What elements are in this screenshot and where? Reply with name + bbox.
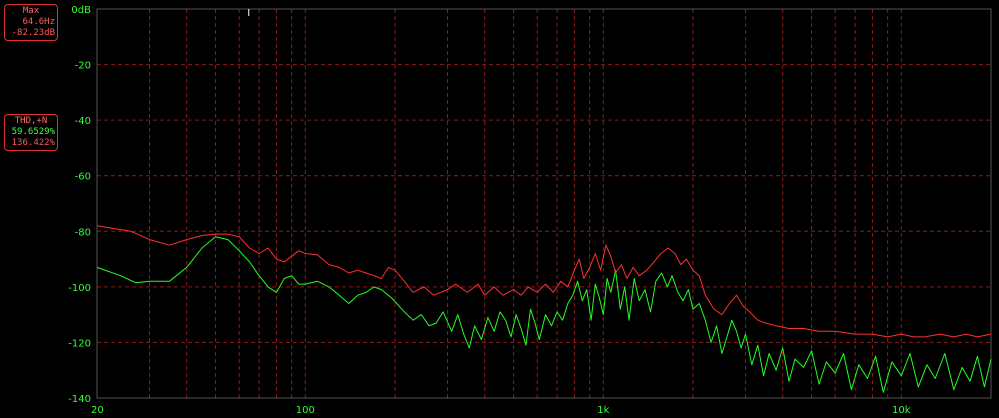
y-tick-label: 0dB xyxy=(71,5,91,16)
y-tick-label: -40 xyxy=(75,116,91,127)
y-tick-label: -120 xyxy=(68,338,91,349)
thd-value-red: 136.422% xyxy=(11,138,55,148)
max-title: Max xyxy=(22,6,40,16)
plot-background xyxy=(97,9,991,398)
y-tick-label: -80 xyxy=(75,227,91,238)
y-tick-label: -100 xyxy=(68,283,91,294)
thd-title: THD,+N xyxy=(14,116,48,126)
thd-value-green: 59.6529% xyxy=(11,127,55,137)
x-tick-label: 10k xyxy=(892,405,911,416)
spectrum-chart: 0dB -20 -40 -60 -80 -100 -120 -14020 100 1k 10k xyxy=(68,5,992,416)
x-tick-label: 20 xyxy=(91,405,104,416)
analyzer-window: 0dB -20 -40 -60 -80 -100 -120 -140 20 100 1k 10k Ma… xyxy=(0,0,999,418)
x-tick-label: 1k xyxy=(597,405,609,416)
x-tick-label: 100 xyxy=(296,405,315,416)
y-tick-label: -60 xyxy=(75,172,91,183)
max-frequency: 64.6Hz xyxy=(22,17,55,27)
max-level: -82.23dB xyxy=(11,28,55,38)
max-readout-panel: Max 64.6Hz -82.23dB xyxy=(4,4,58,41)
y-tick-label: -140 xyxy=(68,394,91,405)
y-tick-label: -20 xyxy=(75,61,91,72)
thd-readout-panel: THD,+N 59.6529% 136.422% xyxy=(4,114,58,151)
